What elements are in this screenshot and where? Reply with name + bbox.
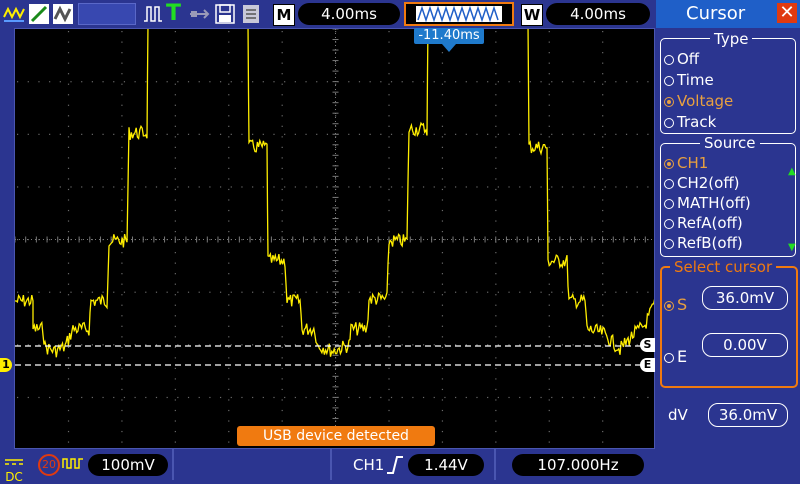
select-cursor-group	[660, 266, 798, 388]
radio-selected-icon	[664, 97, 674, 107]
radio-selected-icon	[664, 301, 674, 311]
source-option-math[interactable]: MATH(off)	[664, 194, 751, 212]
status-bar: DC 20 100mV CH1 1.44V 107.000Hz	[0, 449, 655, 484]
delta-v-value: 36.0mV	[708, 403, 788, 427]
main-timebase-value[interactable]: 4.00ms	[298, 3, 400, 25]
persist-icon[interactable]	[52, 3, 74, 25]
window-timebase-label: W	[521, 4, 543, 26]
radio-selected-icon	[664, 159, 674, 169]
source-group-title: Source	[700, 134, 760, 152]
type-option-time[interactable]: Time	[664, 71, 714, 89]
radio-icon	[664, 199, 674, 209]
type-option-track[interactable]: Track	[664, 113, 716, 131]
cursor-s-value[interactable]: 36.0mV	[702, 286, 788, 310]
radio-icon	[664, 76, 674, 86]
radio-icon	[664, 118, 674, 128]
type-option-voltage[interactable]: Voltage	[664, 92, 733, 110]
trigger-position-bar[interactable]	[404, 2, 514, 26]
rising-edge-icon[interactable]	[386, 455, 404, 475]
memory-waveform-icon	[416, 5, 502, 23]
frequency-readout: 107.000Hz	[512, 454, 644, 476]
divider	[494, 449, 496, 480]
print-icon[interactable]	[240, 3, 262, 25]
source-option-refa[interactable]: RefA(off)	[664, 214, 743, 232]
coupling-indicator[interactable]: DC	[4, 451, 24, 484]
probe-icon	[62, 458, 83, 469]
cursor-e-marker[interactable]: E	[640, 358, 655, 372]
waveform-display[interactable]: USB device detected	[14, 28, 655, 449]
source-option-refb[interactable]: RefB(off)	[664, 234, 743, 252]
trigger-pointer-icon	[442, 44, 456, 52]
cursor-menu: Cursor ✕ Type Off Time Voltage Track Sou…	[656, 0, 800, 480]
dc-coupling-icon	[5, 459, 23, 465]
cursor-e-value[interactable]: 0.00V	[702, 333, 788, 357]
select-cursor-title: Select cursor	[670, 258, 777, 276]
delta-v-label: dV	[668, 406, 688, 424]
waveform-icon[interactable]	[3, 3, 25, 25]
close-icon[interactable]: ✕	[777, 3, 797, 23]
cursor-s-option[interactable]: S	[664, 295, 687, 314]
window-timebase-value[interactable]: 4.00ms	[546, 3, 650, 25]
status-box	[78, 3, 136, 25]
volts-per-div[interactable]: 100mV	[88, 454, 168, 476]
scroll-up-icon[interactable]: ▲	[788, 166, 796, 177]
radio-icon	[664, 353, 674, 363]
divider	[172, 449, 174, 480]
save-icon[interactable]	[214, 3, 236, 25]
coupling-label: DC	[5, 470, 23, 484]
slope-icon[interactable]	[28, 3, 50, 25]
radio-icon	[664, 239, 674, 249]
radio-icon	[664, 179, 674, 189]
main-timebase-label: M	[273, 4, 295, 26]
oscilloscope-grid	[15, 29, 654, 448]
menu-title: Cursor	[686, 3, 746, 24]
toolbar: T M 4.00ms W 4.00ms	[0, 0, 655, 28]
usb-icon	[190, 9, 210, 19]
cursor-s-marker[interactable]: S	[640, 338, 655, 352]
bandwidth-limit-badge[interactable]: 20	[38, 454, 60, 476]
trigger-level[interactable]: 1.44V	[408, 454, 484, 476]
usb-message: USB device detected	[237, 426, 435, 446]
source-option-ch1[interactable]: CH1	[664, 154, 708, 172]
cursor-e-option[interactable]: E	[664, 347, 687, 366]
run-stop-icon[interactable]	[142, 3, 164, 25]
radio-icon	[664, 219, 674, 229]
type-option-off[interactable]: Off	[664, 50, 699, 68]
trigger-position-readout: -11.40ms	[414, 28, 484, 44]
radio-icon	[664, 55, 674, 65]
trigger-source[interactable]: CH1	[353, 456, 384, 474]
trigger-mode-icon[interactable]: T	[166, 1, 181, 27]
menu-title-bar: Cursor ✕	[656, 0, 800, 28]
divider	[330, 449, 332, 480]
scroll-down-icon[interactable]: ▼	[788, 242, 796, 253]
type-group-title: Type	[710, 30, 753, 48]
ch1-ground-marker[interactable]: 1	[0, 358, 12, 372]
source-option-ch2[interactable]: CH2(off)	[664, 174, 740, 192]
